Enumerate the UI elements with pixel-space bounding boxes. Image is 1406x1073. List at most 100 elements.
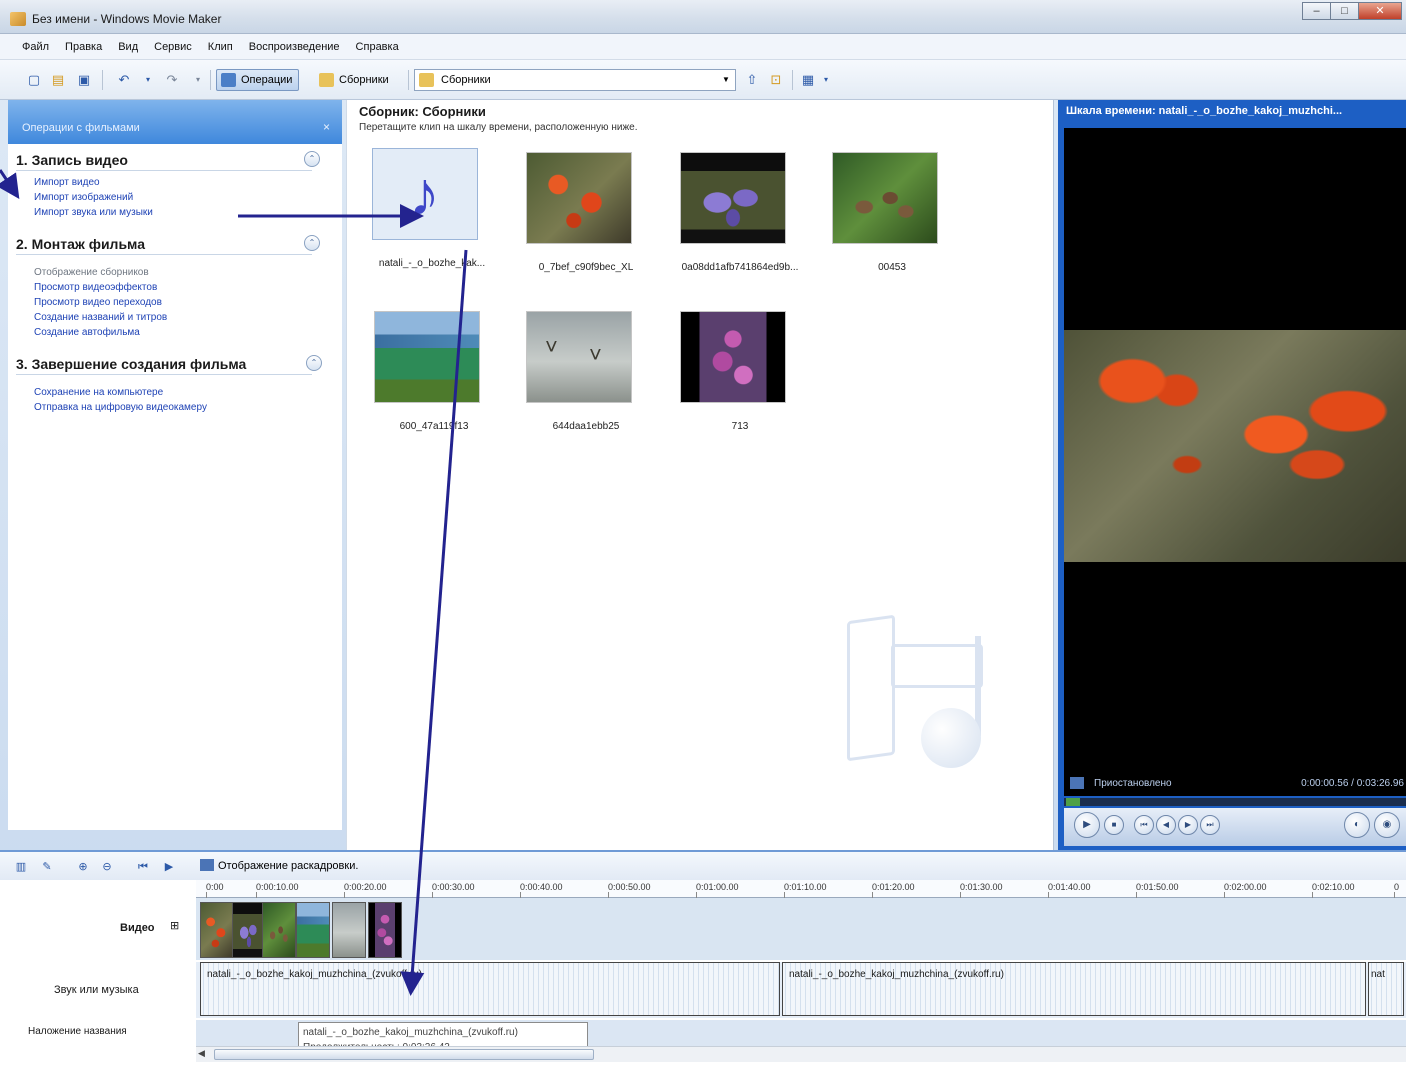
- open-project-icon[interactable]: ▤: [50, 72, 66, 88]
- task-link-make-automovie[interactable]: Создание автофильма: [8, 325, 342, 340]
- previous-frame-icon[interactable]: ⏮: [1134, 815, 1154, 835]
- rewind-icon[interactable]: ◀: [1156, 815, 1176, 835]
- ruler-tick: 0:01:10.00: [784, 882, 827, 898]
- preview-frame-image: [1064, 330, 1406, 562]
- tasks-toggle-button[interactable]: Операции: [216, 69, 300, 91]
- timeline-audio-clip[interactable]: natali_-_o_bozhe_kakoj_muzhchina_(zvukof…: [782, 962, 1366, 1016]
- play-timeline-icon[interactable]: ▶: [162, 860, 176, 874]
- scrollbar-thumb[interactable]: [214, 1049, 594, 1060]
- save-icon[interactable]: ▣: [76, 72, 92, 88]
- music-note-icon: ♪: [372, 148, 478, 240]
- close-tasks-pane-icon[interactable]: ×: [323, 120, 330, 134]
- movie-maker-app-icon: [10, 12, 26, 26]
- maximize-button[interactable]: □: [1330, 2, 1358, 20]
- split-clip-icon[interactable]: ◐: [1344, 812, 1370, 838]
- zoom-out-icon[interactable]: ⊖: [100, 860, 114, 874]
- expand-track-icon[interactable]: ⊞: [170, 919, 179, 932]
- timeline-video-clip[interactable]: [200, 902, 234, 958]
- stop-icon[interactable]: ■: [1104, 815, 1124, 835]
- next-frame-icon[interactable]: ⏭: [1200, 815, 1220, 835]
- clip-item-music[interactable]: ♪ natali_-_o_bozhe_kak...: [357, 148, 497, 288]
- task-link-show-collections[interactable]: Отображение сборников: [8, 265, 342, 280]
- task-link-import-audio[interactable]: Импорт звука или музыки: [8, 205, 342, 220]
- clip-caption: 713: [731, 421, 749, 432]
- collapse-section-icon[interactable]: ⌃: [306, 355, 322, 371]
- redo-icon[interactable]: ↷: [164, 72, 180, 88]
- new-collection-icon[interactable]: ⊡: [768, 72, 784, 88]
- timeline-audio-clip[interactable]: natali_-_o_bozhe_kakoj_muzhchina_(zvukof…: [200, 962, 780, 1016]
- minimize-button[interactable]: –: [1302, 2, 1330, 20]
- menu-view[interactable]: Вид: [118, 41, 138, 53]
- section-title[interactable]: 1. Запись видео: [8, 146, 342, 170]
- timeline-video-clip[interactable]: [262, 902, 296, 958]
- playback-status: Приостановлено: [1094, 778, 1172, 789]
- menu-clip[interactable]: Клип: [208, 41, 233, 53]
- video-track-label: Видео: [120, 922, 155, 934]
- preview-monitor: Шкала времени: natali_-_o_bozhe_kakoj_mu…: [1058, 100, 1406, 850]
- task-link-import-pictures[interactable]: Импорт изображений: [8, 190, 342, 205]
- undo-dropdown-icon[interactable]: ▾: [140, 72, 156, 88]
- new-project-icon[interactable]: ▢: [26, 72, 42, 88]
- time-ruler[interactable]: 0:00 0:00:10.00 0:00:20.00 0:00:30.00 0:…: [196, 880, 1406, 898]
- menu-help[interactable]: Справка: [356, 41, 399, 53]
- menu-file[interactable]: Файл: [22, 41, 49, 53]
- collections-toggle-button[interactable]: Сборники: [314, 69, 396, 91]
- timeline-video-clip[interactable]: [368, 902, 402, 958]
- clip-caption: natali_-_o_bozhe_kak...: [378, 258, 486, 269]
- forward-icon[interactable]: ▶: [1178, 815, 1198, 835]
- task-link-view-transitions[interactable]: Просмотр видео переходов: [8, 295, 342, 310]
- section-title[interactable]: 2. Монтаж фильма: [8, 230, 342, 254]
- menu-tools[interactable]: Сервис: [154, 41, 192, 53]
- task-link-save-to-computer[interactable]: Сохранение на компьютере: [8, 385, 342, 400]
- redo-dropdown-icon[interactable]: ▾: [190, 72, 206, 88]
- title-bar: Без имени - Windows Movie Maker – □ ✕: [0, 0, 1406, 34]
- audio-music-track[interactable]: natali_-_o_bozhe_kakoj_muzhchina_(zvukof…: [196, 962, 1406, 1018]
- views-dropdown-icon[interactable]: ▾: [818, 72, 834, 88]
- timeline-horizontal-scrollbar[interactable]: ◀: [196, 1046, 1406, 1062]
- task-link-import-video[interactable]: Импорт видео: [8, 175, 342, 190]
- timeline-video-clip[interactable]: [332, 902, 366, 958]
- clip-item-photo[interactable]: ˅ ˅ 644daa1ebb25: [511, 311, 651, 451]
- clip-item-photo[interactable]: 00453: [817, 152, 957, 292]
- take-picture-icon[interactable]: ◉: [1374, 812, 1400, 838]
- views-icon[interactable]: ▦: [800, 72, 816, 88]
- ruler-tick: 0:00:50.00: [608, 882, 651, 898]
- narrate-timeline-icon[interactable]: ✎: [40, 860, 54, 874]
- clip-item-photo[interactable]: 0a08dd1afb741864ed9b...: [665, 152, 805, 292]
- timeline-audio-clip[interactable]: nat: [1368, 962, 1404, 1016]
- menu-edit[interactable]: Правка: [65, 41, 102, 53]
- collapse-section-icon[interactable]: ⌃: [304, 235, 320, 251]
- seek-bar[interactable]: [1064, 798, 1406, 806]
- rewind-timeline-icon[interactable]: ⏮: [136, 860, 150, 874]
- section-edit-movie: 2. Монтаж фильма ⌃ Отображение сборников…: [8, 230, 342, 340]
- task-link-send-to-camera[interactable]: Отправка на цифровую видеокамеру: [8, 400, 342, 415]
- zoom-in-icon[interactable]: ⊕: [76, 860, 90, 874]
- collapse-section-icon[interactable]: ⌃: [304, 151, 320, 167]
- ruler-tick: 0:00:10.00: [256, 882, 299, 898]
- ruler-tick: 0:01:00.00: [696, 882, 739, 898]
- ruler-tick: 0:00:20.00: [344, 882, 387, 898]
- close-button[interactable]: ✕: [1358, 2, 1402, 20]
- undo-icon[interactable]: ↶: [116, 72, 132, 88]
- ruler-tick: 0:01:30.00: [960, 882, 1003, 898]
- video-track[interactable]: [196, 898, 1406, 960]
- task-link-make-titles[interactable]: Создание названий и титров: [8, 310, 342, 325]
- task-link-view-effects[interactable]: Просмотр видеоэффектов: [8, 280, 342, 295]
- ruler-tick: 0:00:30.00: [432, 882, 475, 898]
- section-title[interactable]: 3. Завершение создания фильма: [8, 350, 342, 374]
- menu-playback[interactable]: Воспроизведение: [249, 41, 340, 53]
- ruler-tick: 0:00: [206, 882, 224, 898]
- timeline-video-clip[interactable]: [232, 902, 266, 958]
- chevron-down-icon[interactable]: ▼: [717, 70, 735, 90]
- show-storyboard-button[interactable]: Отображение раскадровки.: [200, 859, 358, 872]
- play-icon[interactable]: ▶: [1074, 812, 1100, 838]
- scroll-left-icon[interactable]: ◀: [198, 1048, 205, 1059]
- timeline-video-clip[interactable]: [296, 902, 330, 958]
- set-audio-levels-icon[interactable]: ▥: [14, 860, 28, 874]
- up-folder-icon[interactable]: ⇧: [744, 72, 760, 88]
- collection-select[interactable]: Сборники ▼: [414, 69, 736, 91]
- seek-handle[interactable]: [1066, 798, 1080, 806]
- clip-item-photo[interactable]: 0_7bef_c90f9bec_XL: [511, 152, 651, 292]
- clip-item-photo[interactable]: 600_47a119f13: [359, 311, 499, 451]
- clip-item-photo[interactable]: 713: [665, 311, 805, 451]
